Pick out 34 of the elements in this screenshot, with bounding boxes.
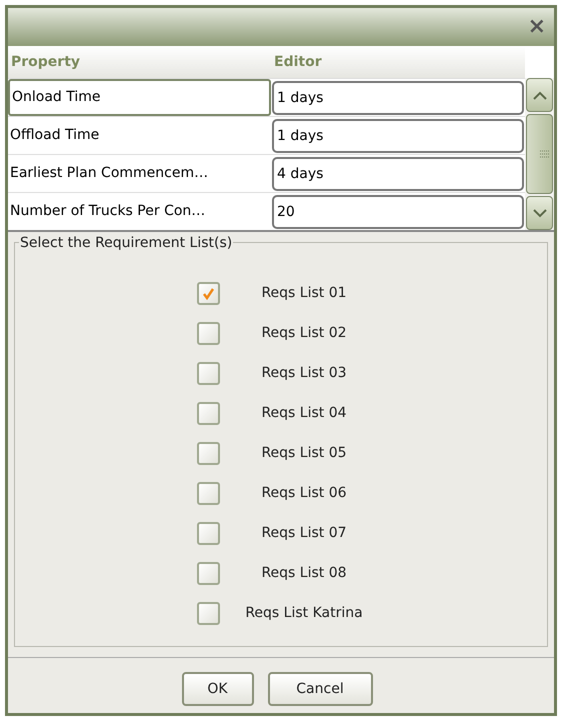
- column-header: Property: [10, 52, 82, 72]
- close-button[interactable]: ×: [528, 16, 546, 38]
- checkbox-label: Reqs List 02: [260, 324, 348, 342]
- property-cell[interactable]: Number of Trucks Per Con…: [8, 193, 271, 230]
- checkbox[interactable]: [197, 602, 220, 624]
- editor-field[interactable]: 4 days: [272, 156, 524, 190]
- check-icon: [202, 286, 215, 300]
- checkbox[interactable]: [197, 322, 220, 344]
- checkbox[interactable]: [197, 402, 220, 424]
- checkbox-label: Reqs List Katrina: [244, 604, 364, 622]
- checkbox[interactable]: [197, 282, 220, 304]
- property-cell[interactable]: Onload Time: [8, 79, 271, 116]
- editor-field[interactable]: 1 days: [272, 118, 524, 152]
- property-cell[interactable]: Offload Time: [8, 117, 271, 154]
- checkbox-label: Reqs List 06: [260, 484, 348, 502]
- checkbox-label: Reqs List 05: [260, 444, 348, 462]
- checkbox-label: Reqs List 03: [260, 364, 348, 382]
- checkbox-label: Reqs List 07: [260, 524, 348, 542]
- checkbox[interactable]: [197, 482, 220, 504]
- checkbox[interactable]: [197, 442, 220, 464]
- scrollbar[interactable]: [525, 78, 554, 230]
- checkbox[interactable]: [197, 362, 220, 384]
- cancel-button[interactable]: Cancel: [268, 672, 372, 706]
- property-cell[interactable]: Earliest Plan Commencem…: [8, 155, 271, 192]
- checkbox[interactable]: [197, 522, 220, 544]
- editor-field[interactable]: 20: [272, 194, 524, 228]
- editor-field[interactable]: 1 days: [272, 80, 524, 114]
- checkbox-label: Reqs List 08: [260, 564, 348, 582]
- grip-icon: [540, 149, 550, 159]
- checkbox-label: Reqs List 04: [260, 404, 348, 422]
- checkbox-label: Reqs List 01: [260, 284, 348, 302]
- column-header: Editor: [273, 52, 323, 72]
- ok-button[interactable]: OK: [182, 672, 254, 706]
- checkbox[interactable]: [197, 562, 220, 584]
